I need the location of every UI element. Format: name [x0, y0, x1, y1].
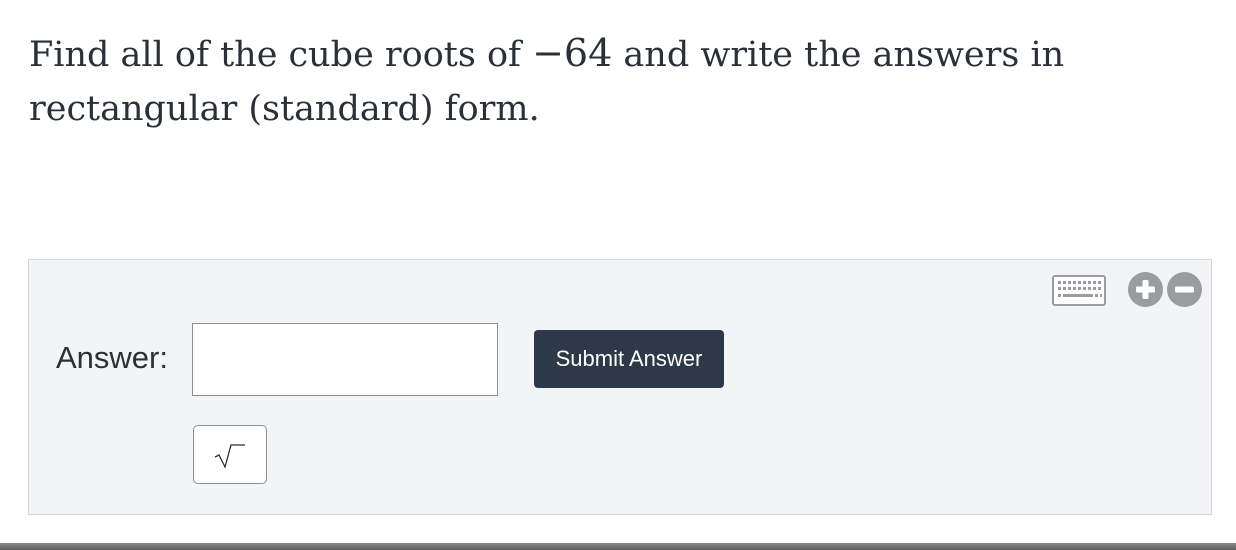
- sqrt-button[interactable]: [193, 425, 267, 484]
- bottom-bar: [0, 543, 1236, 550]
- question-number: −64: [532, 31, 613, 75]
- plus-icon[interactable]: [1127, 271, 1164, 308]
- keyboard-icon[interactable]: [1052, 275, 1106, 306]
- answer-input[interactable]: [192, 323, 498, 396]
- answer-panel: Answer: Submit Answer: [28, 259, 1212, 515]
- question-text-part1: Find all of the cube roots of: [29, 35, 533, 75]
- submit-answer-button[interactable]: Submit Answer: [534, 330, 724, 388]
- question-text: Find all of the cube roots of −64 and wr…: [29, 26, 1219, 136]
- answer-label: Answer:: [56, 340, 168, 375]
- minus-icon[interactable]: [1166, 271, 1203, 308]
- sqrt-icon: [214, 443, 245, 469]
